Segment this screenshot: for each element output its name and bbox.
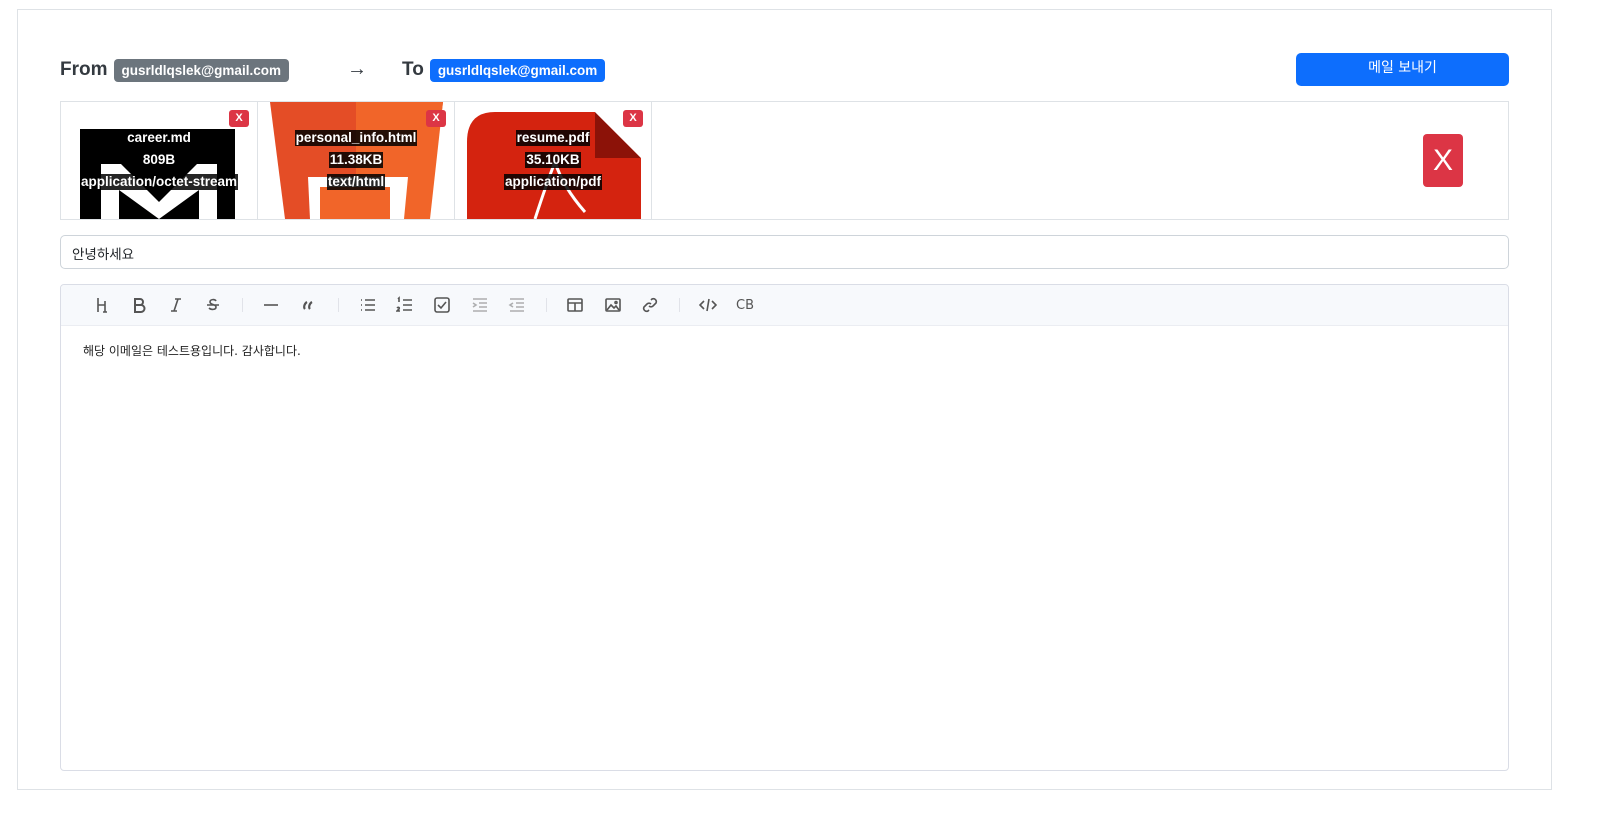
attachment-meta: resume.pdf 35.10KB application/pdf	[455, 129, 651, 195]
clear-attachments-button[interactable]: X	[1423, 134, 1463, 187]
bold-icon[interactable]	[128, 294, 150, 316]
strike-icon[interactable]	[202, 294, 224, 316]
attachment-meta: personal_info.html 11.38KB text/html	[258, 129, 454, 195]
attachment-type: application/octet-stream	[79, 174, 239, 190]
remove-attachment-button[interactable]: X	[229, 110, 249, 127]
attachment-item: personal_info.html 11.38KB text/html X	[258, 102, 455, 219]
codeblock-icon[interactable]: CB	[734, 294, 756, 316]
attachment-item: resume.pdf 35.10KB application/pdf X	[455, 102, 652, 219]
editor-toolbar: CB	[61, 285, 1508, 326]
send-mail-button[interactable]: 메일 보내기	[1296, 53, 1509, 86]
attachment-item: career.md 809B application/octet-stream …	[61, 102, 258, 219]
to-label: To	[402, 59, 424, 80]
from-label: From	[60, 59, 108, 80]
attachment-name: personal_info.html	[294, 130, 418, 146]
from-email-badge: gusrldlqslek@gmail.com	[113, 58, 289, 82]
link-icon[interactable]	[639, 294, 661, 316]
image-icon[interactable]	[602, 294, 624, 316]
editor-content[interactable]: 해당 이메일은 테스트용입니다. 감사합니다.	[83, 342, 301, 359]
hr-icon[interactable]	[260, 294, 282, 316]
toolbar-divider	[242, 298, 243, 312]
attachment-size: 809B	[141, 152, 177, 168]
remove-attachment-button[interactable]: X	[426, 110, 446, 127]
to-email-badge: gusrldlqslek@gmail.com	[429, 58, 606, 82]
heading-icon[interactable]	[91, 294, 113, 316]
outdent-icon[interactable]	[506, 294, 528, 316]
attachment-type: text/html	[326, 174, 386, 190]
attachment-list: career.md 809B application/octet-stream …	[60, 101, 1509, 220]
from-row: From gusrldlqslek@gmail.com	[60, 56, 289, 84]
task-list-icon[interactable]	[431, 294, 453, 316]
attachment-size: 11.38KB	[328, 152, 384, 168]
attachment-type: application/pdf	[504, 174, 602, 190]
toolbar-divider	[546, 298, 547, 312]
code-icon[interactable]	[697, 294, 719, 316]
markdown-editor: CB 해당 이메일은 테스트용입니다. 감사합니다.	[60, 284, 1509, 771]
toolbar-divider	[679, 298, 680, 312]
arrow-icon: →	[347, 58, 367, 80]
indent-icon[interactable]	[469, 294, 491, 316]
toolbar-divider	[338, 298, 339, 312]
subject-input[interactable]: 안녕하세요	[60, 235, 1509, 269]
ordered-list-icon[interactable]	[394, 294, 416, 316]
to-row: To gusrldlqslek@gmail.com	[402, 56, 606, 84]
quote-icon[interactable]	[298, 294, 320, 316]
attachment-name: resume.pdf	[515, 130, 591, 146]
bullet-list-icon[interactable]	[357, 294, 379, 316]
attachment-meta: career.md 809B application/octet-stream	[61, 129, 257, 195]
italic-icon[interactable]	[165, 294, 187, 316]
attachment-size: 35.10KB	[525, 152, 581, 168]
remove-attachment-button[interactable]: X	[623, 110, 643, 127]
table-icon[interactable]	[564, 294, 586, 316]
attachment-name: career.md	[126, 130, 192, 146]
